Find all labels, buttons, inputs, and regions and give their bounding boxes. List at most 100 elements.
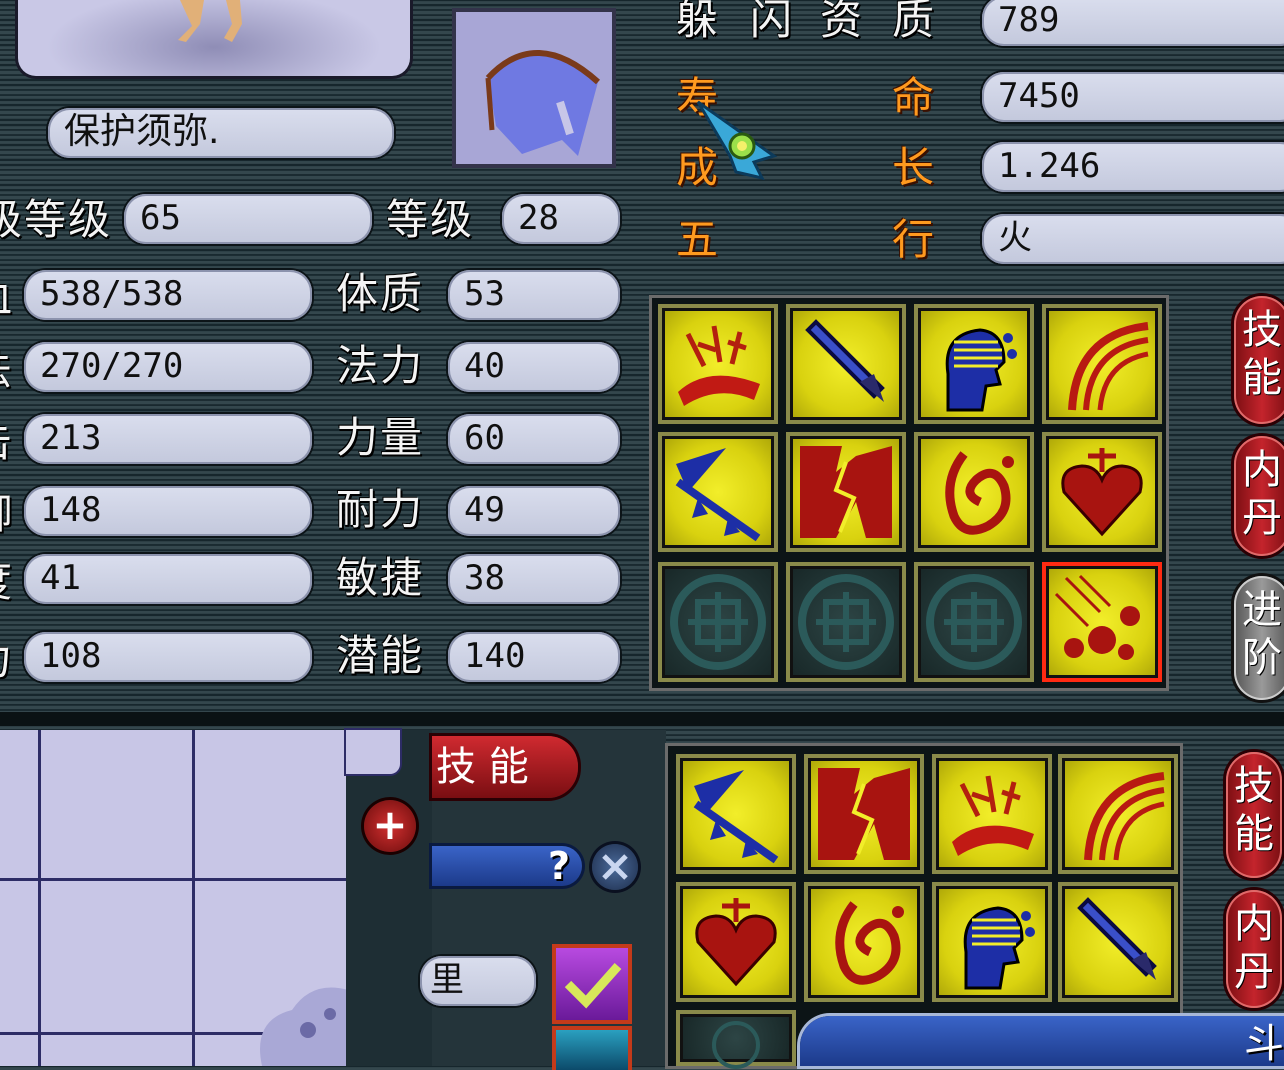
armor-icon <box>485 50 601 156</box>
attr-value-magic: 40 <box>448 342 620 392</box>
level-label: 等级 <box>386 195 475 244</box>
blood-claw-icon <box>678 325 760 406</box>
blood-claw-icon <box>952 775 1034 856</box>
skill-slot-arc-strike[interactable] <box>1042 304 1162 424</box>
tab-skills-bottom-label: 技 能 <box>436 744 529 790</box>
attr-label-agility: 敏捷 <box>336 553 425 602</box>
confirm-button[interactable] <box>556 948 628 1020</box>
tab-advance[interactable]: 进阶 <box>1234 576 1284 700</box>
checkmark-icon <box>564 963 622 1009</box>
arc-strike-icon <box>1084 772 1165 861</box>
skill-slot-bottom-empty[interactable] <box>676 1010 796 1069</box>
aptitude-label-dodge-4: 质 <box>892 0 937 44</box>
skill-slot-bottom-sword[interactable] <box>1058 882 1178 1002</box>
spear-icon <box>675 448 761 542</box>
attr-value-constitution: 53 <box>448 270 620 320</box>
aptitude-value-lifespan: 7450 <box>982 72 1284 122</box>
skill-slot-bottom-arc-strike[interactable] <box>1058 754 1178 874</box>
skill-slot-burst[interactable] <box>786 432 906 552</box>
arc-strike-icon <box>1068 322 1149 411</box>
tab-inner-core-label: 内丹 <box>1242 447 1282 541</box>
sword-icon <box>1077 897 1157 980</box>
aptitude-label-element-2: 行 <box>892 215 937 264</box>
attr-value-potential: 140 <box>448 632 620 682</box>
tab-skills-lower-label: 技能 <box>1234 763 1274 857</box>
skill-slot-blood-claw[interactable] <box>658 304 778 424</box>
ornament-icon <box>260 987 348 1066</box>
inventory-scroll-column <box>346 730 432 1066</box>
tab-inner-core-lower[interactable]: 内丹 <box>1226 890 1282 1008</box>
tab-skills[interactable]: 技能 <box>1234 296 1284 424</box>
empty-slot-emblem-icon <box>712 1021 760 1069</box>
aptitude-label-element-1: 五 <box>676 215 721 264</box>
attr-value-endurance: 49 <box>448 486 620 536</box>
skill-slot-bottom-burst[interactable] <box>804 754 924 874</box>
flame-rune-icon <box>835 901 904 985</box>
empty-slot-emblem-icon <box>926 574 1022 670</box>
skill-slot-empty-1[interactable] <box>658 562 778 682</box>
stat-label-speed: 度 <box>0 554 14 610</box>
tab-inner-core-lower-label: 内丹 <box>1234 901 1274 995</box>
pet-model-feet-icon <box>178 0 242 42</box>
attr-label-potential: 潜能 <box>336 631 425 680</box>
take-level-value: 65 <box>124 194 372 244</box>
skill-slot-spear-gold[interactable] <box>658 432 778 552</box>
stat-label-attack: 击 <box>0 414 14 470</box>
tab-skills-label: 技能 <box>1242 307 1282 401</box>
stat-label-hp: 血 <box>0 270 14 326</box>
attr-label-magic: 法力 <box>336 341 425 390</box>
skill-slot-bottom-mind[interactable] <box>932 882 1052 1002</box>
burst-icon <box>818 768 910 860</box>
stat-value-hp: 538/538 <box>24 270 312 320</box>
tab-skills-bottom[interactable]: 技 能 <box>432 736 578 798</box>
meteor-fire-icon <box>1054 574 1140 660</box>
skill-slot-empty-3[interactable] <box>914 562 1034 682</box>
aptitude-value-element: 火 <box>982 214 1284 264</box>
skill-slot-bottom-heart-guard[interactable] <box>676 882 796 1002</box>
bottom-bar-label: 斗 <box>1244 1021 1284 1067</box>
stat-value-defense: 148 <box>24 486 312 536</box>
stat-label-defense: 御 <box>0 486 14 542</box>
tab-skills-lower[interactable]: 技能 <box>1226 752 1282 878</box>
flame-rune-icon <box>945 451 1014 535</box>
aptitude-label-dodge-2: 闪 <box>750 0 795 44</box>
stat-value-spirit: 108 <box>24 632 312 682</box>
stat-label-mp: 法 <box>0 342 14 398</box>
mind-icon <box>963 906 1035 990</box>
aptitude-label-growth-2: 长 <box>892 143 937 192</box>
empty-slot-emblem-icon <box>798 574 894 670</box>
skill-slot-meteor-fire-selected[interactable] <box>1042 562 1162 682</box>
attr-label-endurance: 耐力 <box>336 485 425 534</box>
skill-slot-sword[interactable] <box>786 304 906 424</box>
spear-icon <box>693 770 779 864</box>
aptitude-value-growth: 1.246 <box>982 142 1284 192</box>
skill-slot-bottom-blood-claw[interactable] <box>932 754 1052 874</box>
pet-name-field[interactable]: 保护须弥. <box>48 108 394 158</box>
level-value: 28 <box>502 194 620 244</box>
skill-slot-bottom-flame-rune[interactable] <box>804 882 924 1002</box>
item-button[interactable] <box>556 1030 628 1070</box>
attr-value-agility: 38 <box>448 554 620 604</box>
skill-slot-heart-guard[interactable] <box>1042 432 1162 552</box>
attr-label-constitution: 体质 <box>336 269 425 318</box>
attr-label-strength: 力量 <box>336 413 425 462</box>
help-button[interactable]: ? <box>548 844 582 888</box>
bottom-bar <box>800 1016 1284 1066</box>
take-level-label: 级等级 <box>0 195 113 244</box>
skill-slot-empty-2[interactable] <box>786 562 906 682</box>
skill-slot-mind[interactable] <box>914 304 1034 424</box>
stat-value-attack: 213 <box>24 414 312 464</box>
aptitude-label-lifespan-2: 命 <box>892 73 937 122</box>
aptitude-label-dodge-1: 躲 <box>676 0 721 44</box>
add-button[interactable]: + <box>364 800 416 852</box>
section-divider <box>0 712 1284 726</box>
mouse-cursor-icon <box>696 100 778 180</box>
close-icon <box>602 854 628 880</box>
skill-slot-flame-rune[interactable] <box>914 432 1034 552</box>
partial-field: 里 <box>420 956 536 1006</box>
tab-inner-core[interactable]: 内丹 <box>1234 436 1284 556</box>
inventory-scroll-cap <box>346 730 400 774</box>
stat-value-speed: 41 <box>24 554 312 604</box>
close-button[interactable] <box>592 844 638 890</box>
skill-slot-bottom-spear[interactable] <box>676 754 796 874</box>
